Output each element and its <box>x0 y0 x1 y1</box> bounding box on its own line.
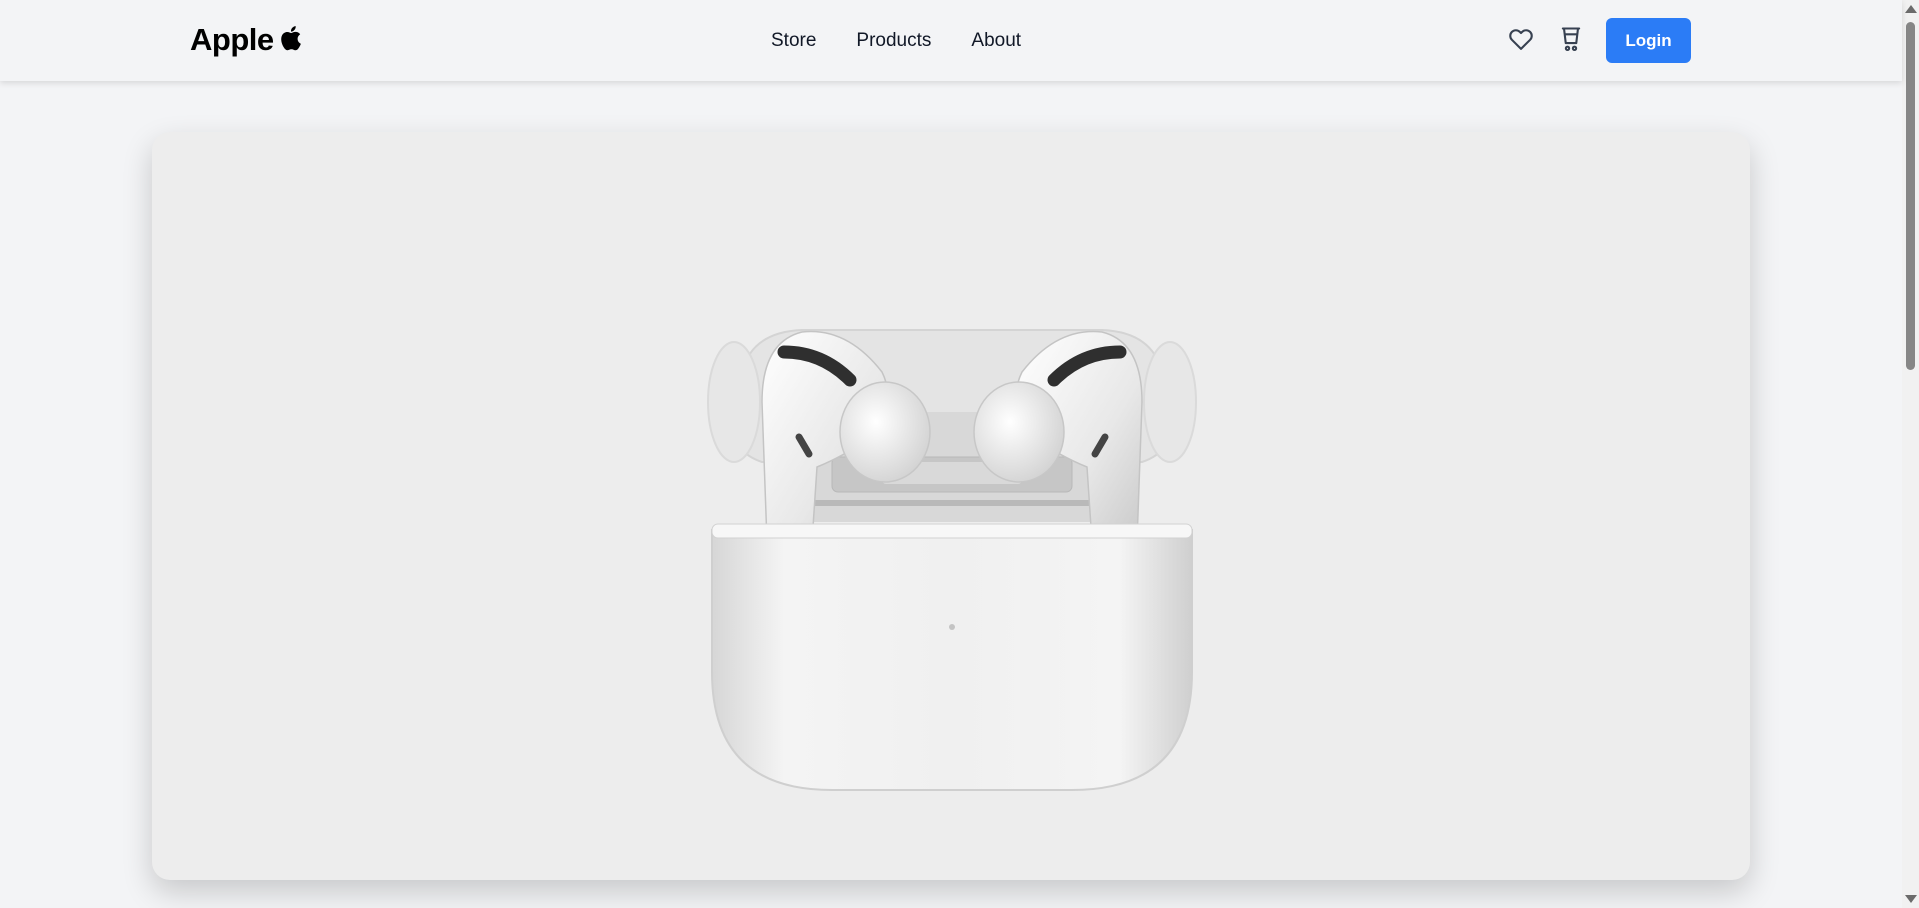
nav-store[interactable]: Store <box>771 30 816 52</box>
apple-logo-icon <box>280 26 301 51</box>
main-nav: Store Products About <box>771 30 1061 52</box>
top-navbar: Apple Store Products About Login <box>0 0 1902 81</box>
heart-icon <box>1509 29 1533 50</box>
cart-button[interactable] <box>1556 24 1586 54</box>
hero-card <box>152 132 1750 880</box>
scrollbar-thumb[interactable] <box>1906 22 1915 370</box>
cart-icon <box>1561 27 1581 52</box>
nav-products[interactable]: Products <box>856 30 931 52</box>
airpods-pro-case-image <box>707 329 1197 791</box>
brand-logo[interactable]: Apple <box>190 22 302 58</box>
page: Apple Store Products About Login <box>0 0 1919 908</box>
vertical-scrollbar[interactable] <box>1902 0 1919 908</box>
scroll-up-icon[interactable] <box>1905 5 1917 13</box>
favorites-button[interactable] <box>1506 24 1536 54</box>
login-button[interactable]: Login <box>1606 18 1691 63</box>
nav-about[interactable]: About <box>971 30 1021 52</box>
scroll-down-icon[interactable] <box>1905 895 1917 903</box>
brand-name: Apple <box>190 22 274 57</box>
